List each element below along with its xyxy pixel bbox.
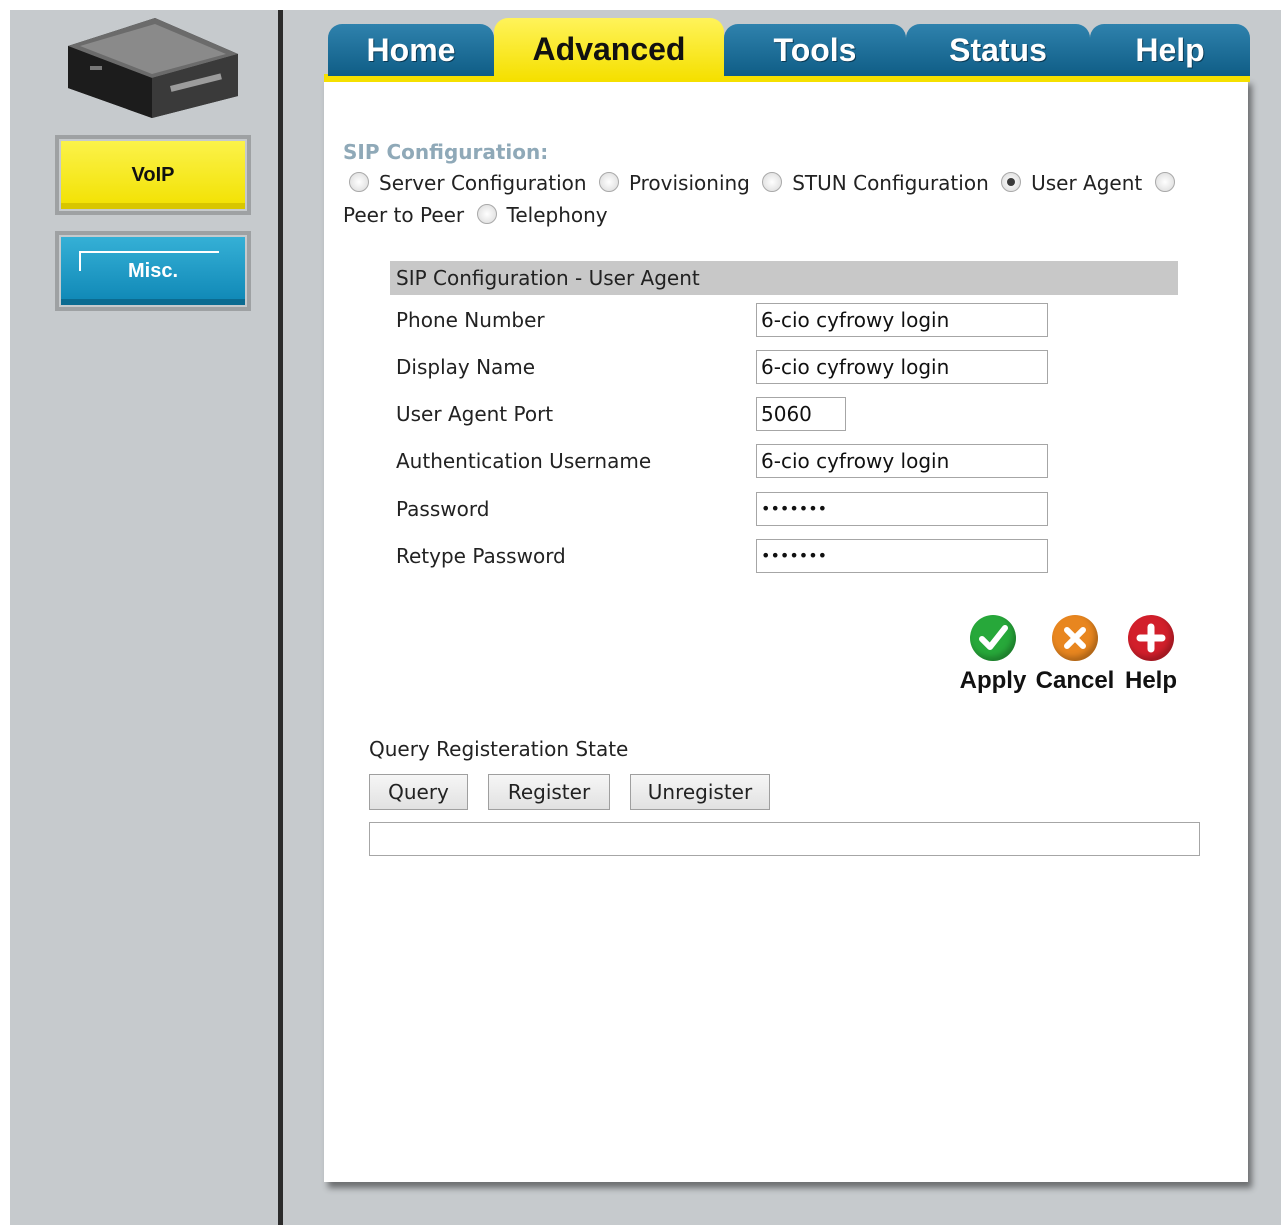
radio-user-agent[interactable] — [1001, 172, 1022, 192]
query-button[interactable]: Query — [369, 774, 468, 810]
help-plus-icon — [1128, 615, 1174, 661]
radio-provisioning[interactable] — [598, 172, 619, 192]
cancel-label: Cancel — [1035, 667, 1115, 694]
retype-password-input[interactable]: ••••••• — [756, 539, 1048, 573]
radio-label-telephony: Telephony — [506, 203, 608, 227]
password-label: Password — [396, 497, 490, 521]
apply-label: Apply — [959, 667, 1027, 694]
registration-state-output — [369, 822, 1200, 856]
radio-label-provisioning: Provisioning — [628, 171, 750, 195]
apply-button[interactable]: Apply — [956, 615, 1030, 695]
checkmark-icon — [970, 615, 1016, 661]
tab-help[interactable]: Help — [1090, 24, 1250, 76]
help-button[interactable]: Help — [1120, 615, 1182, 695]
cancel-x-icon — [1052, 615, 1098, 661]
sip-radio-row-2: Peer to Peer Telephony — [343, 203, 608, 227]
radio-telephony[interactable] — [476, 204, 497, 224]
display-name-label: Display Name — [396, 355, 536, 379]
tab-advanced[interactable]: Advanced — [494, 18, 724, 80]
radio-label-stun-configuration: STUN Configuration — [792, 171, 989, 195]
password-input[interactable]: ••••••• — [756, 492, 1048, 526]
voip-label: VoIP — [61, 141, 245, 209]
radio-server-configuration[interactable] — [349, 172, 369, 192]
radio-stun-configuration[interactable] — [762, 172, 783, 192]
phone-number-input[interactable]: 6-cio cyfrowy login — [756, 303, 1048, 337]
user-agent-section-header: SIP Configuration - User Agent — [390, 261, 1178, 295]
router-device-image — [68, 18, 238, 118]
auth-username-label: Authentication Username — [396, 449, 652, 473]
tab-tools[interactable]: Tools — [724, 24, 906, 76]
sip-radio-row-1: Server Configuration Provisioning STUN C… — [343, 171, 1185, 195]
query-registration-label: Query Registeration State — [369, 737, 629, 761]
radio-label-server-configuration: Server Configuration — [379, 171, 587, 195]
radio-label-peer-to-peer: Peer to Peer — [343, 203, 465, 227]
display-name-input[interactable]: 6-cio cyfrowy login — [756, 350, 1048, 384]
radio-peer-to-peer[interactable] — [1154, 172, 1175, 192]
sidebar-button-voip[interactable]: VoIP — [55, 135, 251, 215]
tab-home[interactable]: Home — [328, 24, 494, 76]
help-label: Help — [1124, 667, 1177, 694]
retype-password-label: Retype Password — [396, 544, 566, 568]
sip-configuration-title: SIP Configuration: — [343, 140, 549, 164]
tab-status[interactable]: Status — [906, 24, 1090, 76]
cancel-button[interactable]: Cancel — [1034, 615, 1116, 695]
user-agent-port-label: User Agent Port — [396, 402, 554, 426]
sidebar-button-misc[interactable]: Misc. — [55, 231, 251, 311]
register-button[interactable]: Register — [488, 774, 610, 810]
misc-label: Misc. — [61, 237, 245, 305]
user-agent-port-input[interactable]: 5060 — [756, 397, 846, 431]
unregister-button[interactable]: Unregister — [630, 774, 770, 810]
radio-label-user-agent: User Agent — [1031, 171, 1143, 195]
top-tab-bar: Home Advanced Tools Status Help — [324, 18, 1250, 82]
phone-number-label: Phone Number — [396, 308, 545, 332]
auth-username-input[interactable]: 6-cio cyfrowy login — [756, 444, 1048, 478]
